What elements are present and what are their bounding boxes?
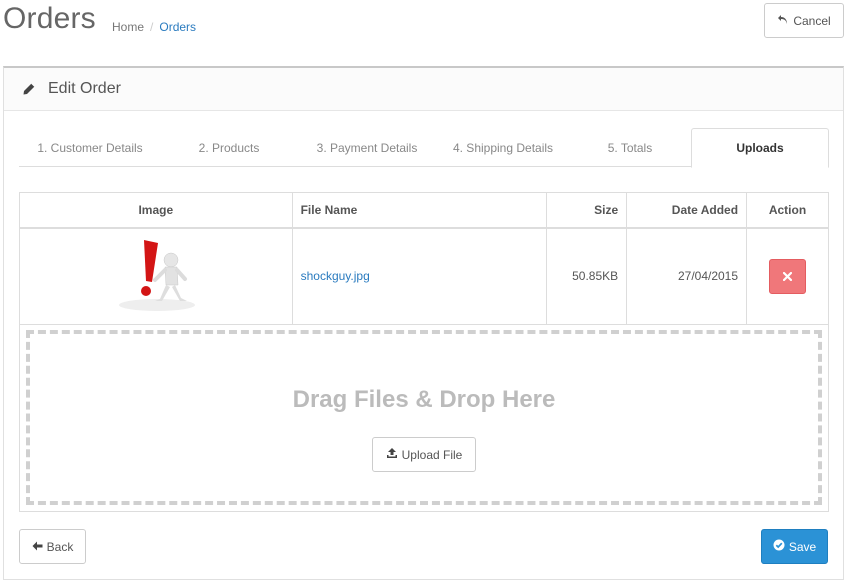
page-title: Orders bbox=[3, 2, 96, 35]
column-header-date-added: Date Added bbox=[626, 192, 748, 229]
tab-customer-details[interactable]: 1. Customer Details bbox=[19, 128, 161, 167]
table-row: shockguy.jpg 50.85KB 27/04/2015 bbox=[19, 227, 829, 325]
panel-heading: Edit Order bbox=[4, 68, 843, 111]
column-header-file-name: File Name bbox=[291, 192, 548, 229]
dropzone-container: Drag Files & Drop Here Upload File bbox=[19, 325, 829, 512]
uploads-table: Image File Name Size Date Added Action s… bbox=[19, 192, 829, 325]
file-name-link[interactable]: shockguy.jpg bbox=[301, 269, 370, 283]
column-header-size: Size bbox=[546, 192, 628, 229]
file-dropzone[interactable]: Drag Files & Drop Here Upload File bbox=[26, 330, 822, 505]
save-button[interactable]: Save bbox=[761, 529, 828, 564]
file-size-cell: 50.85KB bbox=[546, 227, 628, 325]
date-added-cell: 27/04/2015 bbox=[626, 227, 748, 325]
file-thumbnail[interactable] bbox=[115, 235, 197, 315]
dropzone-title: Drag Files & Drop Here bbox=[292, 386, 556, 413]
order-tabs: 1. Customer Details 2. Products 3. Payme… bbox=[19, 128, 829, 168]
table-header-row: Image File Name Size Date Added Action bbox=[19, 192, 829, 229]
tab-shipping-details[interactable]: 4. Shipping Details bbox=[437, 128, 569, 167]
delete-file-button[interactable] bbox=[769, 258, 807, 294]
check-circle-icon bbox=[773, 539, 785, 554]
back-label: Back bbox=[46, 539, 74, 554]
upload-file-button[interactable]: Upload File bbox=[372, 437, 476, 472]
edit-order-panel: Edit Order 1. Customer Details 2. Produc… bbox=[3, 66, 844, 580]
tab-payment-details[interactable]: 3. Payment Details bbox=[297, 128, 437, 167]
cancel-label: Cancel bbox=[793, 13, 831, 28]
tab-uploads[interactable]: Uploads bbox=[691, 128, 829, 168]
undo-icon bbox=[777, 14, 789, 28]
upload-file-label: Upload File bbox=[401, 447, 463, 462]
arrow-left-icon bbox=[32, 540, 43, 554]
file-name-cell: shockguy.jpg bbox=[291, 227, 548, 325]
column-header-image: Image bbox=[19, 192, 293, 229]
breadcrumb-home[interactable]: Home bbox=[112, 20, 144, 34]
cancel-button[interactable]: Cancel bbox=[764, 3, 844, 38]
upload-icon bbox=[386, 447, 398, 462]
panel-title: Edit Order bbox=[48, 80, 121, 97]
breadcrumb-separator: / bbox=[150, 20, 154, 34]
image-cell bbox=[19, 227, 293, 325]
tab-totals[interactable]: 5. Totals bbox=[569, 128, 691, 167]
column-header-action: Action bbox=[746, 192, 829, 229]
action-cell bbox=[746, 227, 829, 325]
breadcrumb: Home / Orders bbox=[112, 20, 196, 34]
tab-products[interactable]: 2. Products bbox=[161, 128, 297, 167]
breadcrumb-orders[interactable]: Orders bbox=[159, 20, 196, 34]
times-icon bbox=[783, 271, 793, 281]
back-button[interactable]: Back bbox=[19, 529, 86, 564]
save-label: Save bbox=[788, 539, 817, 554]
pencil-icon bbox=[22, 82, 36, 96]
